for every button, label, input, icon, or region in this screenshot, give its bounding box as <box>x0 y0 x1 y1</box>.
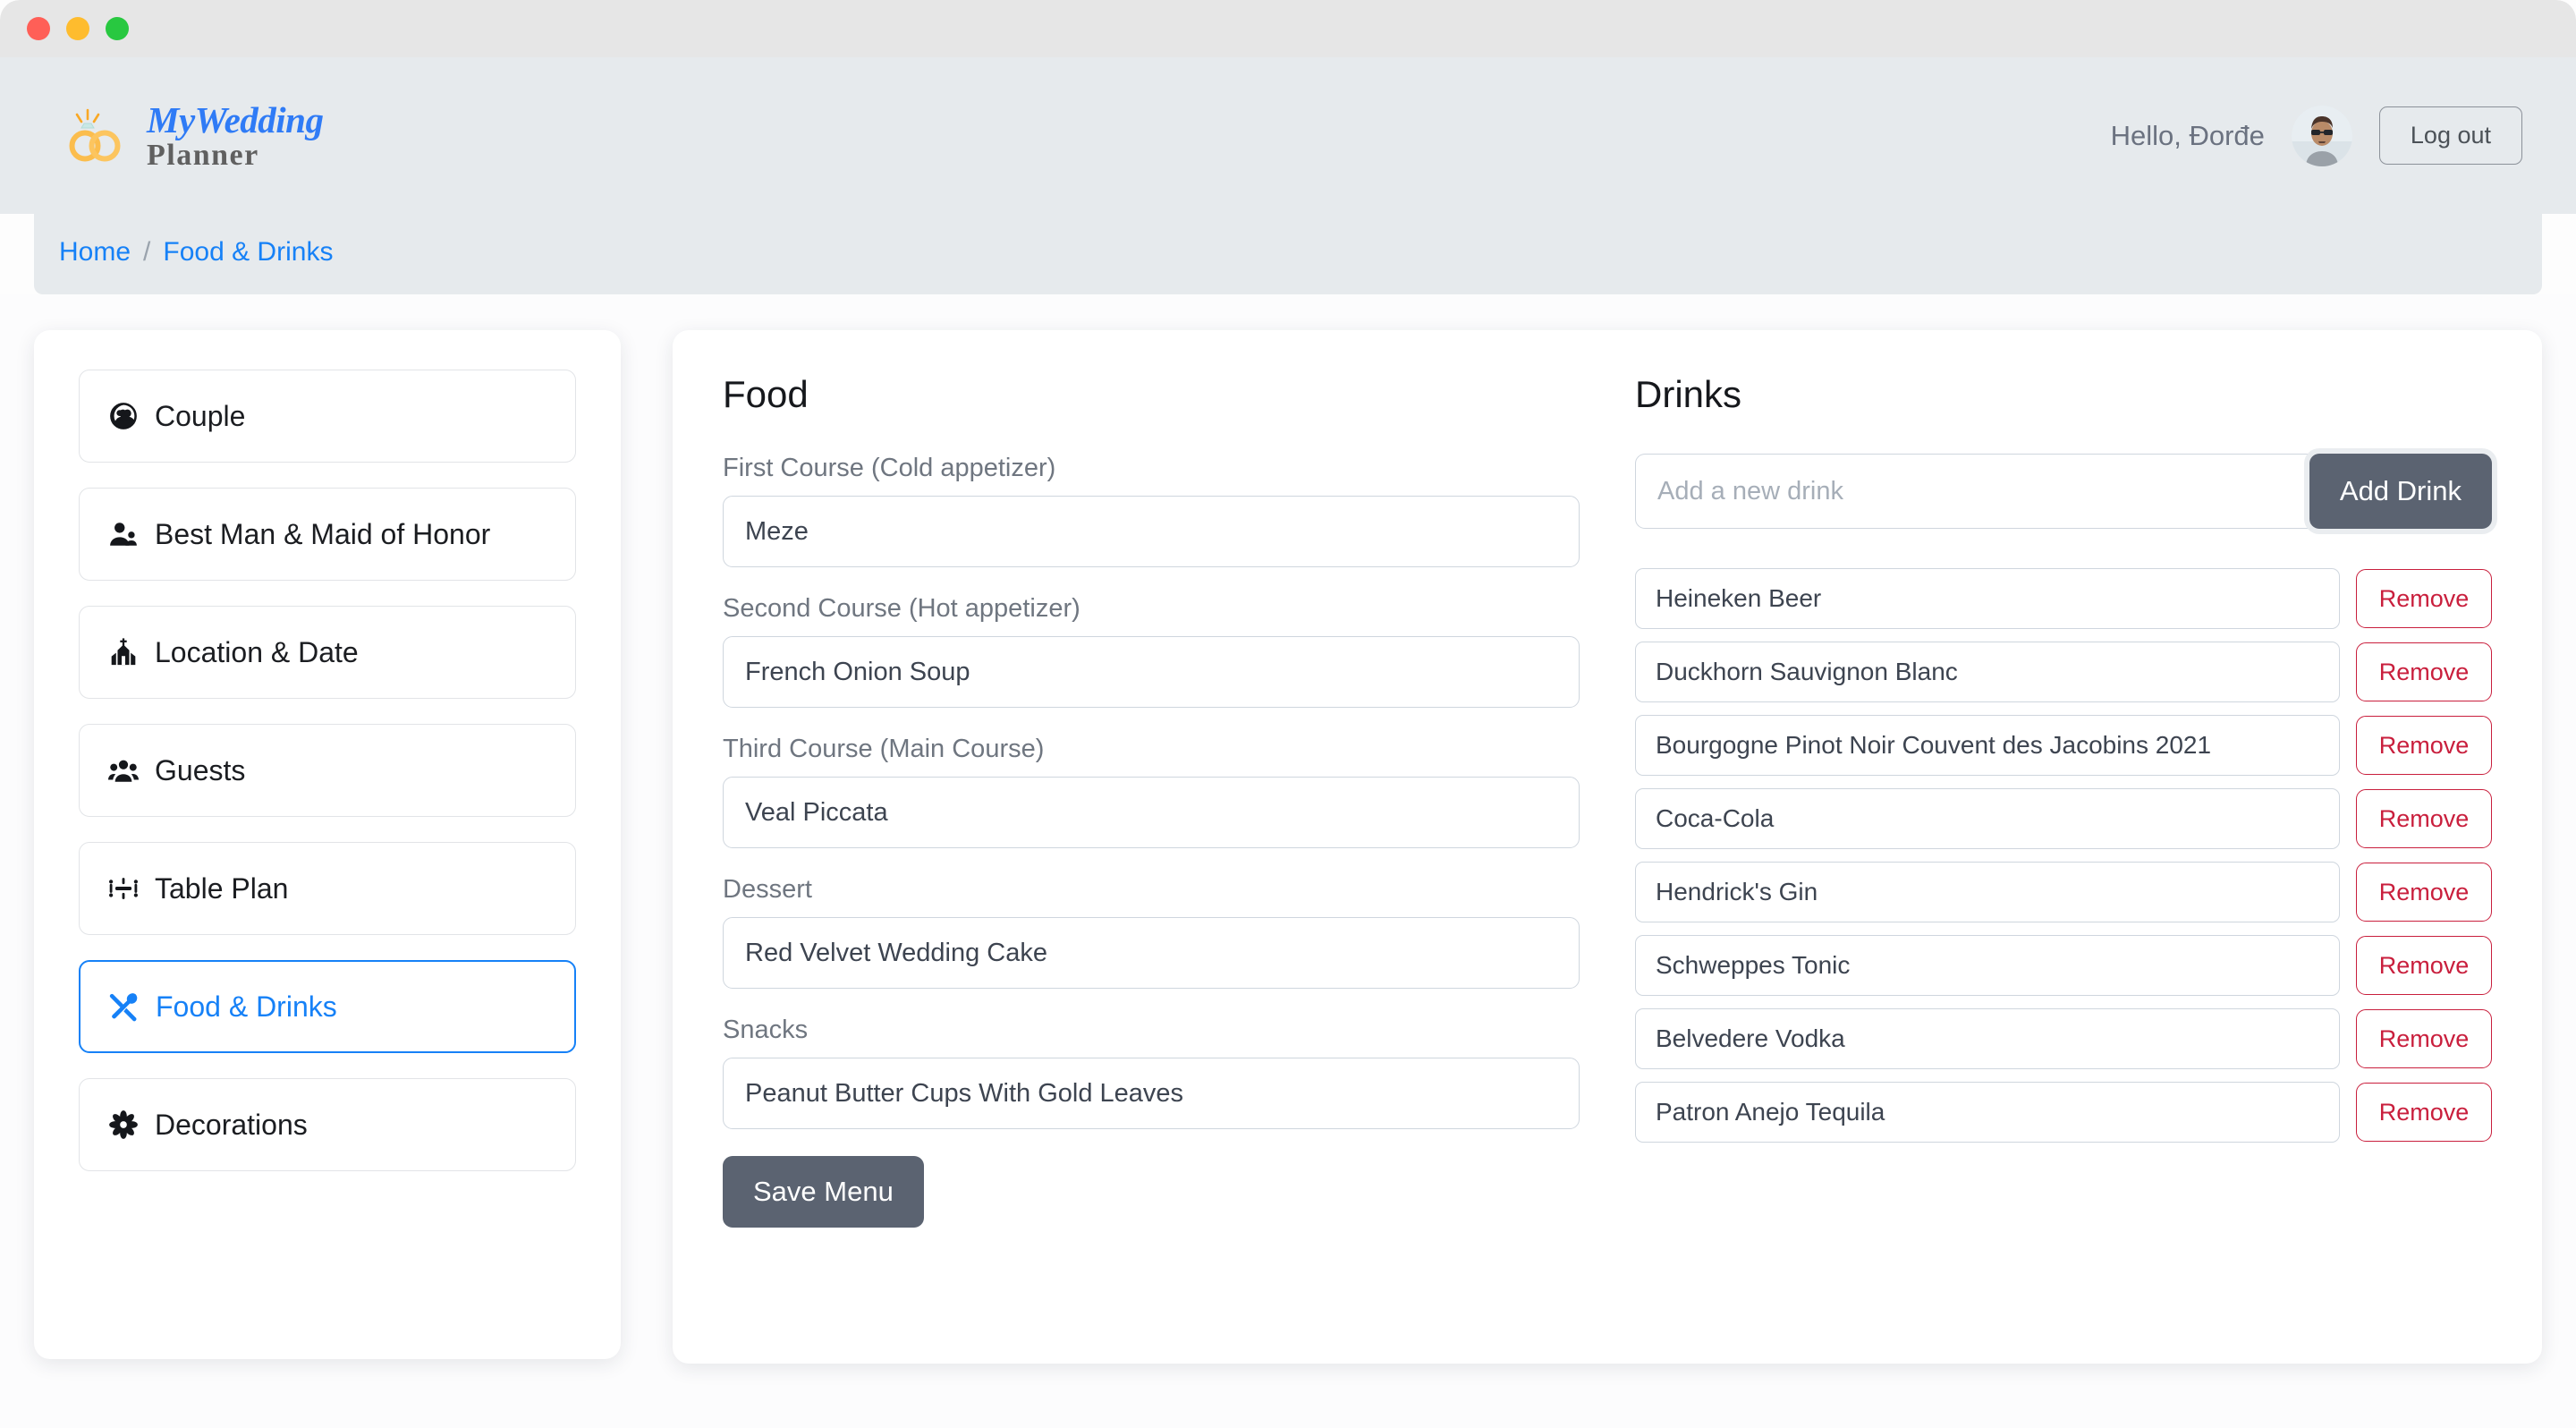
food-field: First Course (Cold appetizer) <box>723 454 1580 567</box>
drink-name-input[interactable] <box>1635 642 2340 702</box>
brand-logo[interactable]: MyWedding Planner <box>63 99 324 172</box>
table-plan-icon <box>108 873 139 904</box>
sidebar-item-label: Guests <box>155 753 246 786</box>
food-field-label: Snacks <box>723 1016 809 1044</box>
brand-name-secondary: Planner <box>147 139 259 172</box>
app-header: MyWedding Planner Hello, Đorđe Log out <box>0 57 2576 214</box>
food-title: Food <box>723 373 809 415</box>
remove-drink-button[interactable]: Remove <box>2356 716 2492 775</box>
sidebar-item-guests[interactable]: Guests <box>79 724 576 817</box>
remove-drink-button[interactable]: Remove <box>2356 1009 2492 1068</box>
add-drink-row: Add Drink <box>1635 454 2492 529</box>
drink-name-input[interactable] <box>1635 715 2340 776</box>
sidebar-item-best-man-maid-of-honor[interactable]: Best Man & Maid of Honor <box>79 488 576 581</box>
drink-row: Remove <box>1635 862 2492 922</box>
drink-row: Remove <box>1635 715 2492 776</box>
breadcrumb-home-link[interactable]: Home <box>59 237 131 268</box>
remove-drink-button[interactable]: Remove <box>2356 936 2492 995</box>
sidebar-item-label: Decorations <box>155 1108 308 1141</box>
remove-drink-button[interactable]: Remove <box>2356 789 2492 848</box>
food-field-label: Second Course (Hot appetizer) <box>723 594 1080 623</box>
drink-row: Remove <box>1635 1008 2492 1069</box>
drink-row: Remove <box>1635 1082 2492 1143</box>
sidebar-nav: Couple Best Man & Maid of Honor Location &… <box>79 370 576 1171</box>
food-field-input[interactable] <box>723 917 1580 989</box>
sidebar-item-decorations[interactable]: Decorations <box>79 1078 576 1171</box>
minimize-window-button[interactable] <box>66 17 89 40</box>
food-fields: First Course (Cold appetizer) Second Cour… <box>723 454 1580 1129</box>
remove-drink-button[interactable]: Remove <box>2356 642 2492 701</box>
zoom-window-button[interactable] <box>106 17 129 40</box>
food-field-label: Third Course (Main Course) <box>723 735 1045 763</box>
user-greeting: Hello, Đorđe <box>2110 119 2265 151</box>
new-drink-input[interactable] <box>1635 454 2313 529</box>
fork-spoon-icon <box>109 991 140 1022</box>
sidebar-item-label: Best Man & Maid of Honor <box>155 517 491 550</box>
food-field-label: Dessert <box>723 875 812 904</box>
food-field: Second Course (Hot appetizer) <box>723 594 1580 708</box>
header-user-area: Hello, Đorđe Log out <box>2110 105 2522 166</box>
breadcrumb-bar: Home / Food & Drinks <box>0 214 2576 294</box>
sidebar-item-table-plan[interactable]: Table Plan <box>79 842 576 935</box>
drink-row: Remove <box>1635 935 2492 996</box>
save-menu-button[interactable]: Save Menu <box>723 1156 924 1228</box>
breadcrumb-current-link[interactable]: Food & Drinks <box>163 237 333 268</box>
sidebar-item-label: Location & Date <box>155 635 359 668</box>
drink-name-input[interactable] <box>1635 935 2340 996</box>
logout-button[interactable]: Log out <box>2378 106 2522 165</box>
breadcrumb-separator: / <box>143 237 151 267</box>
people-group-icon <box>108 755 139 786</box>
sidebar-item-label: Couple <box>155 399 246 432</box>
add-drink-button[interactable]: Add Drink <box>2309 454 2492 529</box>
church-icon <box>108 637 139 667</box>
food-field: Dessert <box>723 875 1580 989</box>
sidebar-item-location-date[interactable]: Location & Date <box>79 606 576 699</box>
remove-drink-button[interactable]: Remove <box>2356 863 2492 922</box>
food-field-input[interactable] <box>723 1058 1580 1129</box>
drink-name-input[interactable] <box>1635 788 2340 849</box>
drinks-section: Drinks Add Drink RemoveRemoveRemoveRemov… <box>1635 373 2492 1228</box>
couple-icon <box>108 401 139 431</box>
app-window: MyWedding Planner Hello, Đorđe Log out H… <box>0 0 2576 1428</box>
main-content: Food First Course (Cold appetizer) Second… <box>673 330 2542 1364</box>
drink-name-input[interactable] <box>1635 1082 2340 1143</box>
remove-drink-button[interactable]: Remove <box>2356 569 2492 628</box>
window-titlebar <box>0 0 2576 57</box>
page-body: Couple Best Man & Maid of Honor Location &… <box>0 294 2576 1364</box>
avatar[interactable] <box>2291 105 2352 166</box>
food-section: Food First Course (Cold appetizer) Second… <box>723 373 1580 1228</box>
food-field-input[interactable] <box>723 636 1580 708</box>
wedding-rings-icon <box>63 108 129 164</box>
sidebar: Couple Best Man & Maid of Honor Location &… <box>34 330 621 1359</box>
drink-name-input[interactable] <box>1635 862 2340 922</box>
close-window-button[interactable] <box>27 17 50 40</box>
person-add-icon <box>108 519 139 549</box>
food-field-input[interactable] <box>723 496 1580 567</box>
food-field-label: First Course (Cold appetizer) <box>723 454 1056 482</box>
sidebar-item-food-drinks[interactable]: Food & Drinks <box>79 960 576 1053</box>
drink-row: Remove <box>1635 788 2492 849</box>
food-field: Third Course (Main Course) <box>723 735 1580 848</box>
sidebar-item-label: Food & Drinks <box>156 990 337 1023</box>
brand-name-primary: MyWedding <box>147 99 324 140</box>
drink-name-input[interactable] <box>1635 568 2340 629</box>
breadcrumb: Home / Food & Drinks <box>34 214 2542 294</box>
remove-drink-button[interactable]: Remove <box>2356 1083 2492 1142</box>
drink-row: Remove <box>1635 568 2492 629</box>
food-field: Snacks <box>723 1016 1580 1129</box>
drinks-title: Drinks <box>1635 373 1742 415</box>
sidebar-item-label: Table Plan <box>155 871 289 905</box>
drink-name-input[interactable] <box>1635 1008 2340 1069</box>
drinks-list: Remove Remove Remove Remove Remove Remove Remo… <box>1635 568 2492 1143</box>
drink-row: Remove <box>1635 642 2492 702</box>
food-field-input[interactable] <box>723 777 1580 848</box>
flower-icon <box>108 1109 139 1140</box>
sidebar-item-couple[interactable]: Couple <box>79 370 576 463</box>
